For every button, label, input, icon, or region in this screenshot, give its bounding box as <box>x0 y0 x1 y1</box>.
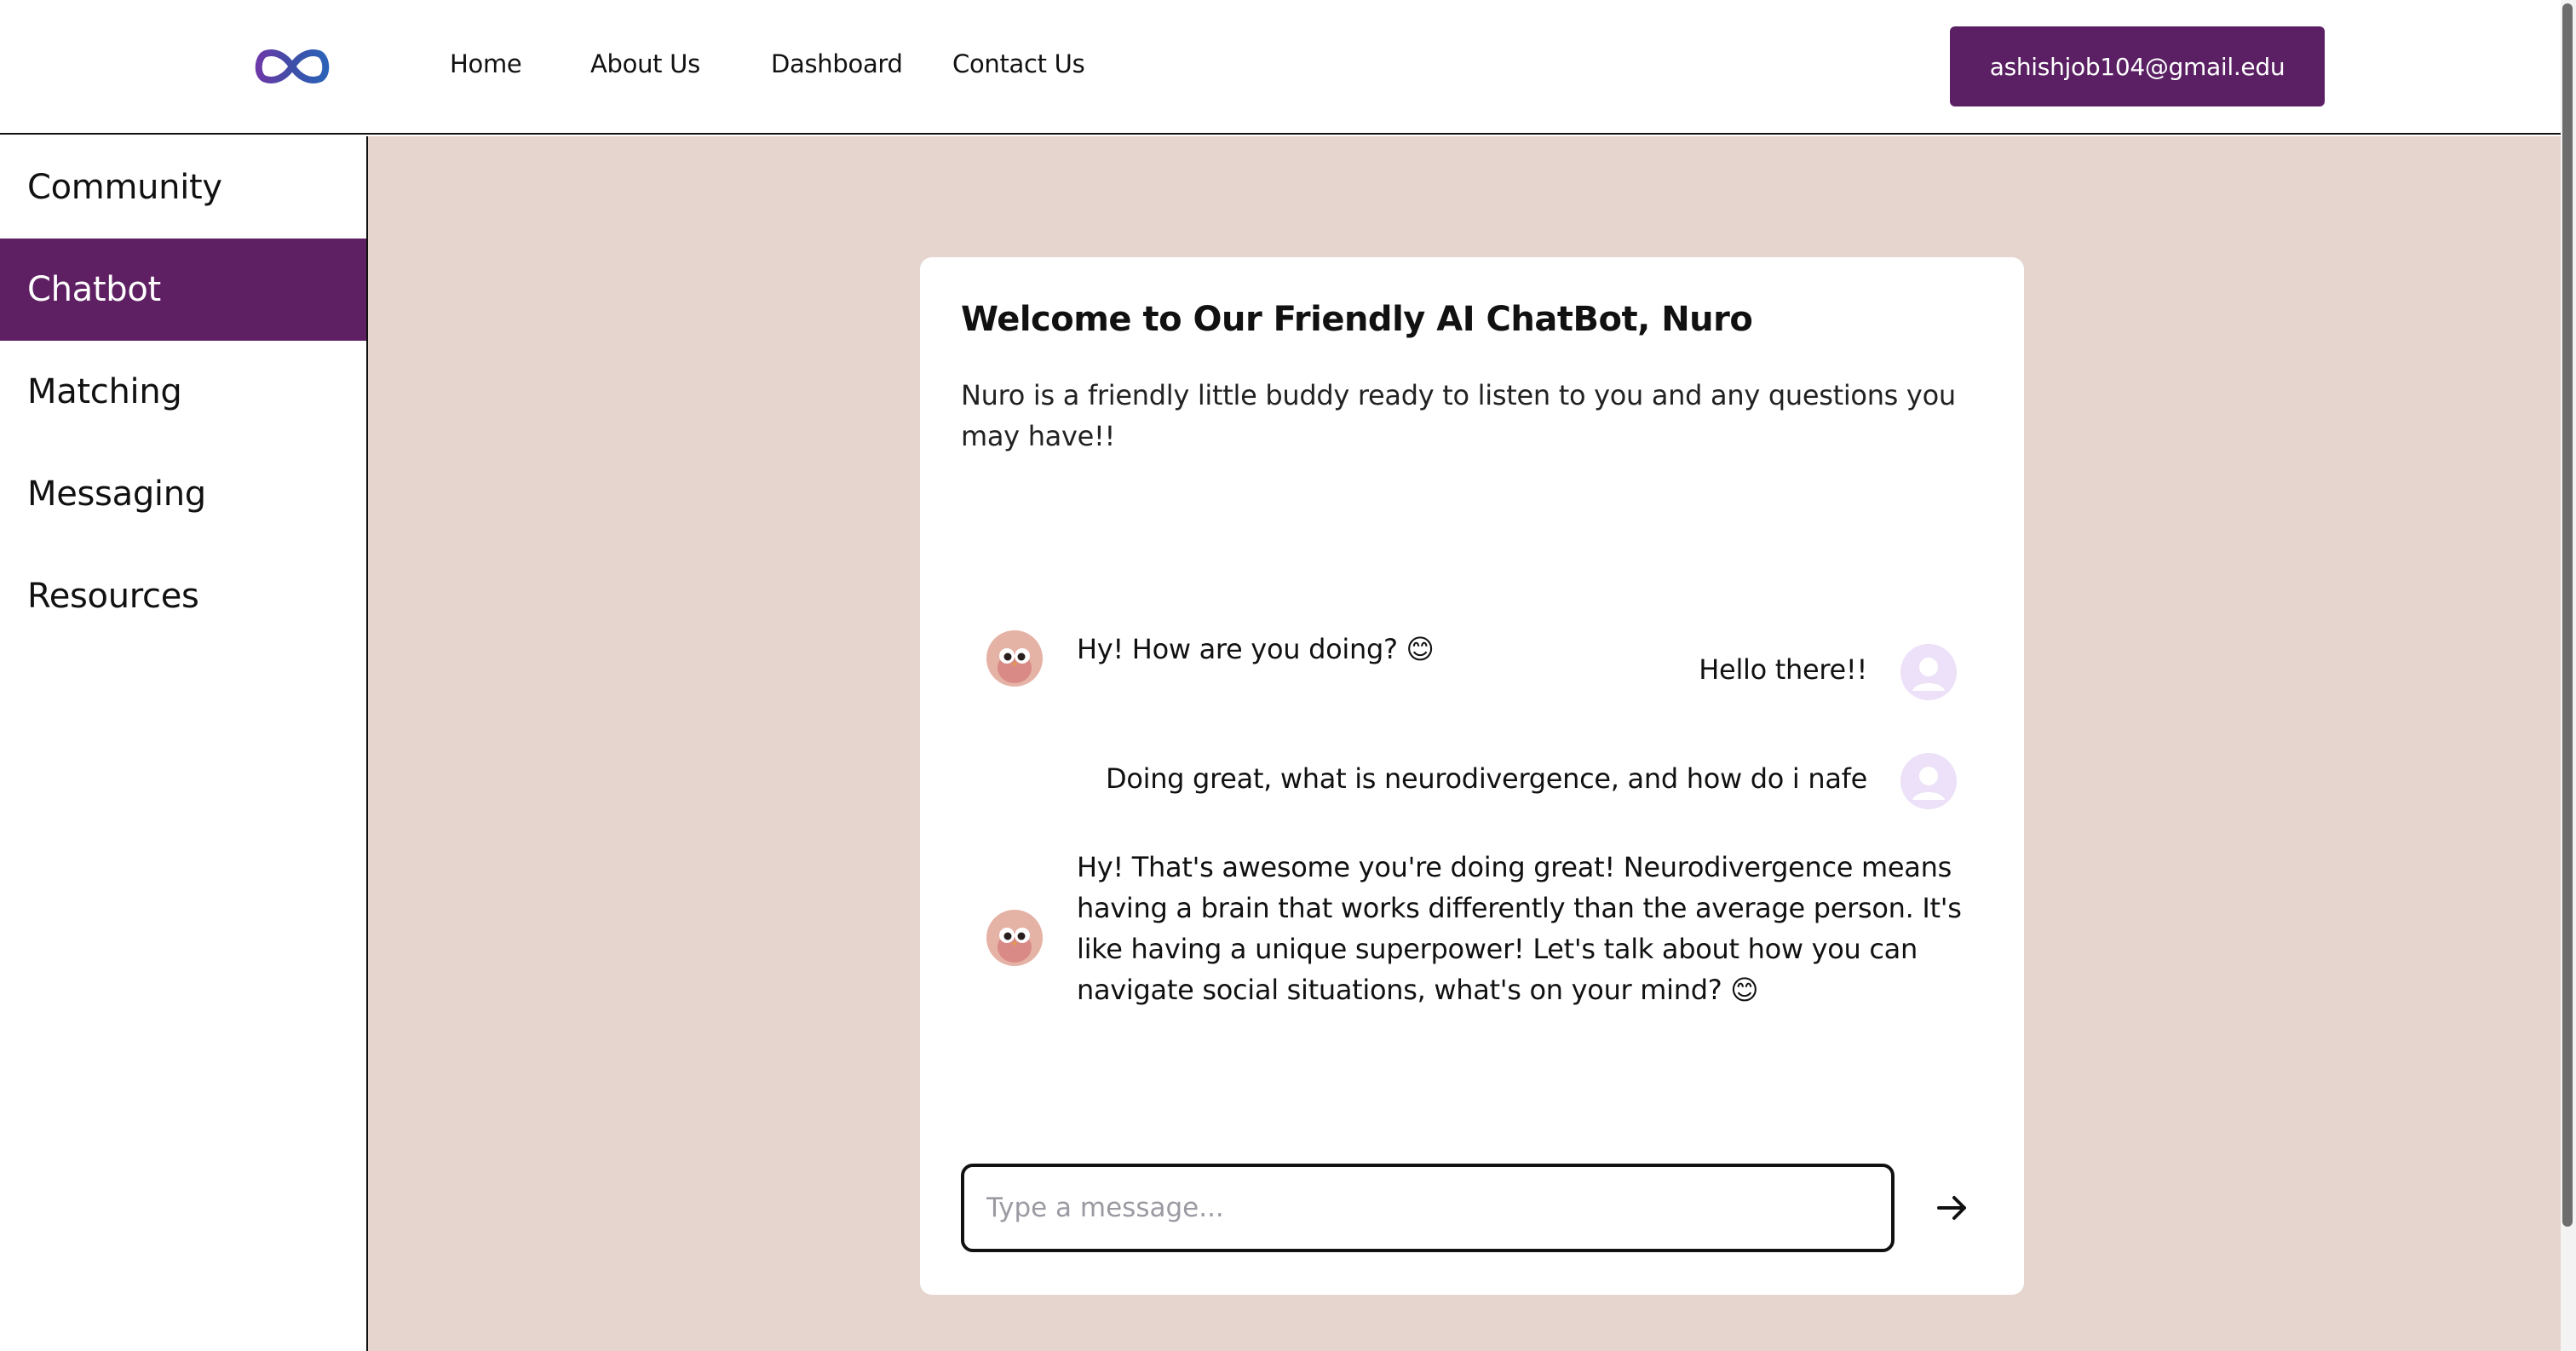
sidebar-item-resources[interactable]: Resources <box>0 545 366 647</box>
chat-title: Welcome to Our Friendly AI ChatBot, Nuro <box>961 300 1753 339</box>
sidebar-item-label: Messaging <box>27 474 206 514</box>
infinity-logo-icon[interactable] <box>250 41 334 92</box>
user-avatar-icon <box>1900 644 1957 700</box>
sidebar-item-chatbot[interactable]: Chatbot <box>0 239 366 341</box>
sidebar-item-matching[interactable]: Matching <box>0 341 366 443</box>
message-input[interactable] <box>961 1164 1895 1252</box>
nav-link-contact-us[interactable]: Contact Us <box>952 49 1085 78</box>
nav-link-dashboard[interactable]: Dashboard <box>771 49 903 78</box>
send-button[interactable] <box>1925 1181 1980 1235</box>
bot-avatar <box>986 910 1043 966</box>
sidebar: Community Chatbot Matching Messaging Res… <box>0 136 368 1351</box>
chat-description: Nuro is a friendly little buddy ready to… <box>961 379 1956 452</box>
sidebar-item-community[interactable]: Community <box>0 136 366 239</box>
nav-link-about-us[interactable]: About Us <box>590 49 700 78</box>
nav-link-home[interactable]: Home <box>450 49 522 78</box>
sidebar-item-label: Resources <box>27 577 199 616</box>
user-avatar <box>1900 753 1957 809</box>
owl-avatar-icon <box>986 630 1043 687</box>
sidebar-item-label: Matching <box>27 372 182 411</box>
main-content: Welcome to Our Friendly AI ChatBot, Nuro… <box>368 136 2561 1351</box>
owl-avatar-icon <box>986 910 1043 966</box>
user-avatar <box>1900 644 1957 700</box>
bot-avatar <box>986 630 1043 687</box>
user-message: Hello there!! <box>1699 653 1867 686</box>
top-navbar: Home About Us Dashboard Contact Us ashis… <box>0 0 2561 135</box>
user-message: Doing great, what is neurodivergence, an… <box>1105 762 1867 795</box>
chat-card: Welcome to Our Friendly AI ChatBot, Nuro… <box>920 257 2024 1295</box>
user-account-button[interactable]: ashishjob104@gmail.edu <box>1950 26 2325 106</box>
sidebar-item-label: Chatbot <box>27 270 161 309</box>
scrollbar-thumb[interactable] <box>2562 3 2573 1227</box>
bot-message: Hy! How are you doing? 😊 <box>1077 633 1435 665</box>
app-root: Home About Us Dashboard Contact Us ashis… <box>0 0 2576 1351</box>
bot-message: Hy! That's awesome you're doing great! N… <box>1077 851 1962 1006</box>
arrow-right-icon <box>1937 1196 1966 1220</box>
sidebar-item-label: Community <box>27 168 222 207</box>
user-avatar-icon <box>1900 753 1957 809</box>
sidebar-item-messaging[interactable]: Messaging <box>0 443 366 545</box>
